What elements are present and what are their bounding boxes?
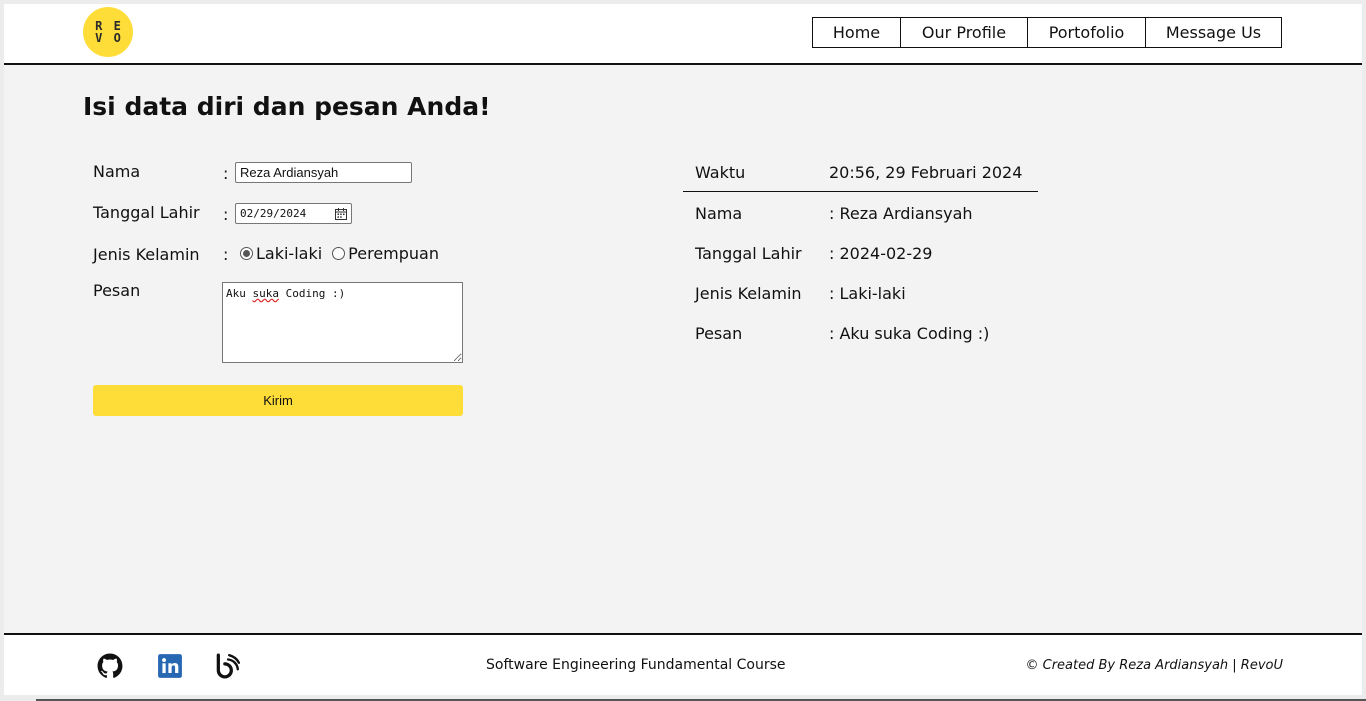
gender-male-label[interactable]: Laki-laki [256,244,322,263]
logo-text: R E V O [95,19,123,45]
result-name-value: : Reza Ardiansyah [829,204,973,223]
footer-credit-text: © Created By Reza Ardiansyah | RevoU [1025,658,1283,673]
result-time-label: Waktu [695,163,746,182]
gender-female-label[interactable]: Perempuan [348,244,439,263]
page-title: Isi data diri dan pesan Anda! [83,92,491,121]
footer-course-text: Software Engineering Fundamental Course [486,657,786,673]
result-gender-label: Jenis Kelamin [695,284,802,303]
site-header: R E V O Home Our Profile Portofolio Mess… [4,4,1362,65]
nav-portofolio-button[interactable]: Portofolio [1027,17,1146,48]
nav-message-us-button[interactable]: Message Us [1145,17,1282,48]
result-message-value: : Aku suka Coding :) [829,324,990,343]
nav-our-profile-button[interactable]: Our Profile [900,17,1028,48]
behance-icon[interactable] [214,653,240,679]
name-colon: : [223,164,229,183]
page-frame: R E V O Home Our Profile Portofolio Mess… [4,4,1362,695]
dob-date-input[interactable]: 02/29/2024 [235,203,352,224]
dob-colon: : [223,205,229,224]
nav-home-button[interactable]: Home [812,17,901,48]
result-dob-label: Tanggal Lahir [695,244,802,263]
message-textarea[interactable] [222,282,463,363]
revou-logo[interactable]: R E V O [83,7,133,57]
result-divider [683,191,1038,192]
calendar-icon[interactable] [335,208,347,220]
result-gender-value: : Laki-laki [829,284,906,303]
gender-female-radio[interactable] [332,247,346,260]
name-label: Nama [93,162,141,181]
result-dob-value: : 2024-02-29 [829,244,933,263]
result-message-label: Pesan [695,324,743,343]
message-label: Pesan [93,281,141,300]
gender-radio-group: Laki-laki Perempuan [240,244,449,263]
gender-colon: : [223,245,229,264]
dob-label: Tanggal Lahir [93,203,200,222]
github-icon[interactable] [97,653,123,679]
name-input[interactable] [235,162,412,183]
dob-date-value: 02/29/2024 [240,207,307,220]
result-name-label: Nama [695,204,743,223]
result-time-value: 20:56, 29 Februari 2024 [829,163,1023,182]
gender-label: Jenis Kelamin [93,245,200,264]
main-nav: Home Our Profile Portofolio Message Us [812,17,1282,48]
gender-male-radio[interactable] [240,247,253,260]
submit-button[interactable]: Kirim [93,385,463,416]
site-footer: Software Engineering Fundamental Course … [4,633,1362,695]
linkedin-icon[interactable] [157,653,183,679]
